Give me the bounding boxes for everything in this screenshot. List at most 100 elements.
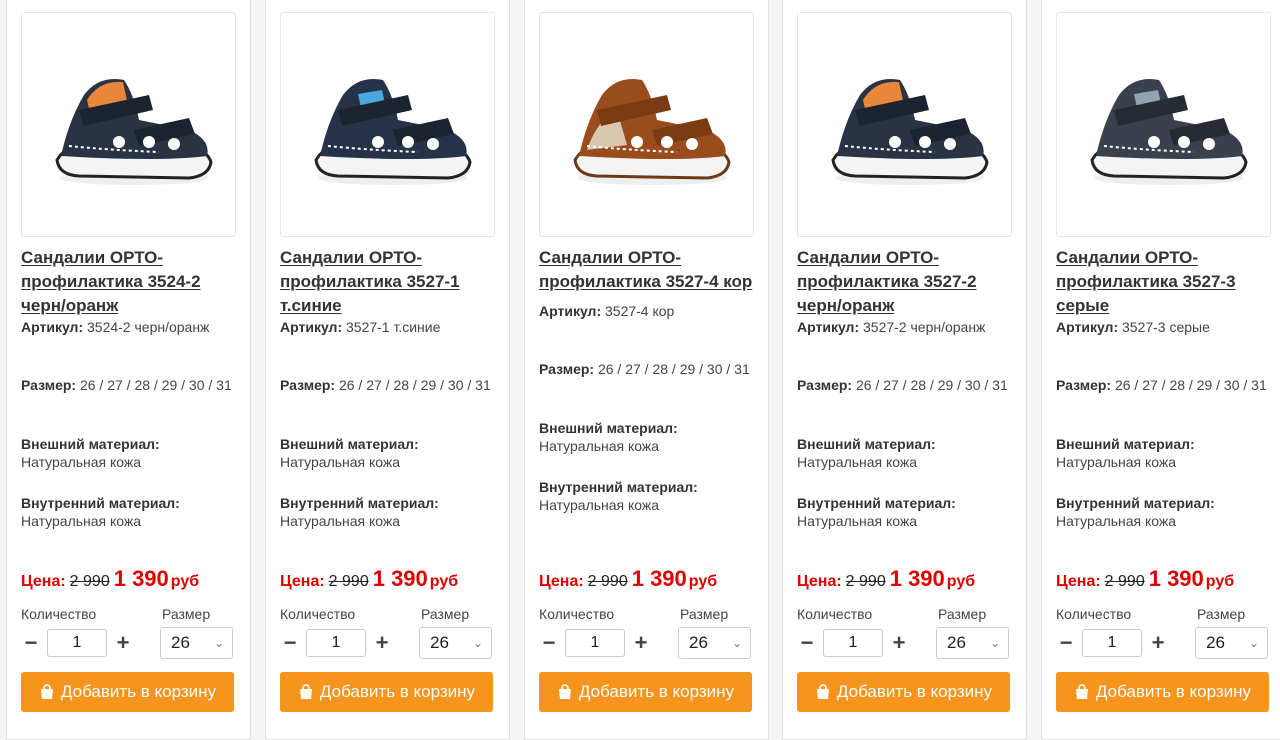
plus-icon[interactable]: + <box>372 627 392 659</box>
product-image[interactable] <box>1056 12 1271 237</box>
quantity-input[interactable] <box>306 629 366 657</box>
article-label: Артикул: <box>1056 319 1119 335</box>
chevron-down-icon: ⌄ <box>472 636 483 650</box>
product-title[interactable]: Сандалии ОРТО-профилактика 3527-4 кор <box>539 246 764 294</box>
add-to-cart-button[interactable]: Добавить в корзину <box>280 672 493 712</box>
price-label: Цена: <box>797 573 842 590</box>
size-select[interactable]: 26 ⌄ <box>936 627 1009 659</box>
outer-material-value: Натуральная кожа <box>21 454 142 470</box>
quantity-label: Количество <box>21 606 97 622</box>
product-title[interactable]: Сандалии ОРТО-профилактика 3527-2 черн/о… <box>797 246 1022 318</box>
product-card: Сандалии ОРТО-профилактика 3527-4 кор Ар… <box>524 0 769 740</box>
product-image[interactable] <box>797 12 1012 237</box>
outer-material-row: Внешний материал: Натуральная кожа <box>539 419 759 455</box>
inner-material-row: Внутренний материал: Натуральная кожа <box>1056 494 1276 530</box>
outer-material-row: Внешний материал: Натуральная кожа <box>797 435 1017 471</box>
size-row: Размер: 26 / 27 / 28 / 29 / 30 / 31 <box>21 376 241 394</box>
inner-material-value: Натуральная кожа <box>539 497 660 513</box>
add-to-cart-button[interactable]: Добавить в корзину <box>539 672 752 712</box>
add-to-cart-button[interactable]: Добавить в корзину <box>797 672 1010 712</box>
size-values: 26 / 27 / 28 / 29 / 30 / 31 <box>597 361 750 377</box>
product-image[interactable] <box>539 12 754 237</box>
outer-material-label: Внешний материал: <box>1056 436 1195 452</box>
size-select[interactable]: 26 ⌄ <box>160 627 233 659</box>
shopping-bag-icon <box>558 684 571 699</box>
outer-material-label: Внешний материал: <box>280 436 419 452</box>
old-price: 2 990 <box>1104 573 1145 590</box>
minus-icon[interactable]: − <box>1056 627 1076 659</box>
quantity-input[interactable] <box>565 629 625 657</box>
size-select[interactable]: 26 ⌄ <box>419 627 492 659</box>
new-price: 1 390 <box>1148 566 1204 591</box>
shopping-bag-icon <box>40 684 53 699</box>
outer-material-label: Внешний материал: <box>797 436 936 452</box>
article-row: Артикул: 3524-2 черн/оранж <box>21 318 241 336</box>
article-value: 3524-2 черн/оранж <box>87 319 210 335</box>
price-label: Цена: <box>1056 573 1101 590</box>
price-row: Цена: 2 990 1 390 руб <box>539 566 764 592</box>
plus-icon[interactable]: + <box>889 627 909 659</box>
size-select[interactable]: 26 ⌄ <box>678 627 751 659</box>
minus-icon[interactable]: − <box>21 627 41 659</box>
sandal-image <box>830 78 989 185</box>
minus-icon[interactable]: − <box>797 627 817 659</box>
sandal-image <box>1089 78 1248 185</box>
outer-material-label: Внешний материал: <box>539 420 678 436</box>
add-to-cart-label: Добавить в корзину <box>1095 682 1252 701</box>
product-title[interactable]: Сандалии ОРТО-профилактика 3524-2 черн/о… <box>21 246 246 318</box>
size-row: Размер: 26 / 27 / 28 / 29 / 30 / 31 <box>797 376 1017 394</box>
currency: руб <box>1205 573 1235 590</box>
size-values: 26 / 27 / 28 / 29 / 30 / 31 <box>855 377 1008 393</box>
size-select[interactable]: 26 ⌄ <box>1195 627 1268 659</box>
add-to-cart-label: Добавить в корзину <box>319 682 476 701</box>
size-values: 26 / 27 / 28 / 29 / 30 / 31 <box>338 377 491 393</box>
article-value: 3527-4 кор <box>605 303 675 319</box>
old-price: 2 990 <box>845 573 886 590</box>
size-select-label: Размер <box>680 606 729 622</box>
shopping-bag-icon <box>816 684 829 699</box>
add-to-cart-button[interactable]: Добавить в корзину <box>21 672 234 712</box>
product-image[interactable] <box>21 12 236 237</box>
product-image[interactable] <box>280 12 495 237</box>
minus-icon[interactable]: − <box>539 627 559 659</box>
sandal-image <box>54 78 213 185</box>
quantity-input[interactable] <box>47 629 107 657</box>
size-select-value: 26 <box>689 633 708 652</box>
plus-icon[interactable]: + <box>631 627 651 659</box>
size-label: Размер: <box>21 377 77 393</box>
currency: руб <box>946 573 976 590</box>
price-label: Цена: <box>539 573 584 590</box>
quantity-stepper: − + <box>539 627 651 659</box>
product-title[interactable]: Сандалии ОРТО-профилактика 3527-1 т.сини… <box>280 246 505 318</box>
product-card: Сандалии ОРТО-профилактика 3527-3 серые … <box>1041 0 1280 740</box>
new-price: 1 390 <box>113 566 169 591</box>
add-to-cart-button[interactable]: Добавить в корзину <box>1056 672 1269 712</box>
size-label: Размер: <box>539 361 595 377</box>
sandal-image <box>313 78 472 185</box>
shopping-bag-icon <box>1075 684 1088 699</box>
quantity-label: Количество <box>797 606 873 622</box>
size-select-label: Размер <box>1197 606 1246 622</box>
quantity-input[interactable] <box>823 629 883 657</box>
size-label: Размер: <box>797 377 853 393</box>
inner-material-label: Внутренний материал: <box>21 495 180 511</box>
outer-material-value: Натуральная кожа <box>280 454 401 470</box>
old-price: 2 990 <box>587 573 628 590</box>
plus-icon[interactable]: + <box>1148 627 1168 659</box>
shopping-bag-icon <box>299 684 312 699</box>
product-title[interactable]: Сандалии ОРТО-профилактика 3527-3 серые <box>1056 246 1280 318</box>
article-label: Артикул: <box>797 319 860 335</box>
inner-material-row: Внутренний материал: Натуральная кожа <box>21 494 241 530</box>
inner-material-row: Внутренний материал: Натуральная кожа <box>539 478 759 514</box>
product-card: Сандалии ОРТО-профилактика 3527-2 черн/о… <box>782 0 1027 740</box>
old-price: 2 990 <box>69 573 110 590</box>
minus-icon[interactable]: − <box>280 627 300 659</box>
plus-icon[interactable]: + <box>113 627 133 659</box>
quantity-input[interactable] <box>1082 629 1142 657</box>
inner-material-value: Натуральная кожа <box>280 513 401 529</box>
size-row: Размер: 26 / 27 / 28 / 29 / 30 / 31 <box>539 360 759 378</box>
outer-material-value: Натуральная кожа <box>1056 454 1177 470</box>
article-row: Артикул: 3527-2 черн/оранж <box>797 318 1017 336</box>
quantity-stepper: − + <box>21 627 133 659</box>
price-row: Цена: 2 990 1 390 руб <box>21 566 246 592</box>
